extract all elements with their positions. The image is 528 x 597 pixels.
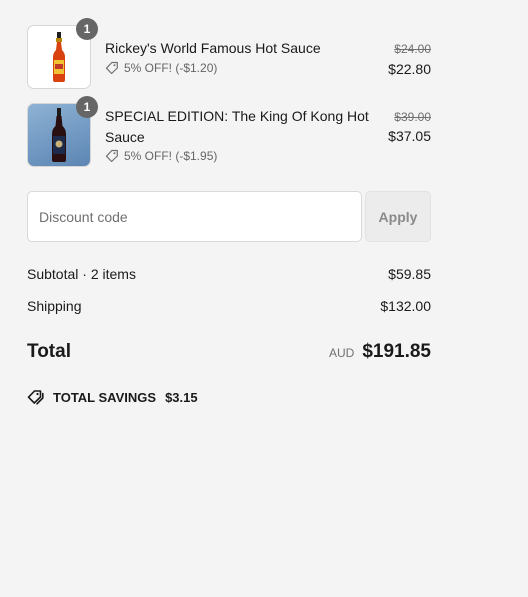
- line-item: 1 SPECIAL EDITION: The King Of Kong Hot …: [27, 96, 431, 167]
- discount-line: 5% OFF! (-$1.20): [105, 61, 217, 75]
- currency-code: AUD: [328, 346, 355, 360]
- tags-icon: [27, 390, 44, 405]
- discount-code-row: Apply: [27, 191, 431, 242]
- total-label: Total: [27, 341, 71, 362]
- product-name: SPECIAL EDITION: The King Of Kong Hot Sa…: [105, 108, 369, 145]
- discount-label: 5% OFF! (-$1.95): [124, 149, 218, 163]
- shipping-label: Shipping: [27, 298, 82, 314]
- discount-code-input[interactable]: [27, 191, 362, 242]
- subtotal-label: Subtotal · 2 items: [27, 266, 136, 282]
- shipping-value: $132.00: [380, 298, 431, 314]
- total-row: Total AUD $191.85: [27, 341, 431, 367]
- tag-icon: [105, 149, 118, 163]
- discount-line: 5% OFF! (-$1.95): [105, 149, 217, 163]
- line-item: 1 Rickey's World Famous Hot Sauce 5% OFF…: [27, 18, 431, 89]
- savings-label: TOTAL SAVINGS: [53, 389, 157, 405]
- price: $37.05: [388, 128, 431, 144]
- quantity-badge: 1: [76, 18, 98, 40]
- apply-button[interactable]: Apply: [365, 191, 431, 242]
- subtotal-value: $59.85: [388, 266, 431, 282]
- price: $22.80: [388, 61, 431, 77]
- tag-icon: [105, 61, 118, 75]
- quantity-badge: 1: [76, 96, 98, 118]
- savings-value: $3.15: [165, 389, 198, 405]
- discount-label: 5% OFF! (-$1.20): [124, 61, 218, 75]
- shipping-row: Shipping $132.00: [27, 298, 431, 314]
- original-price: $39.00: [394, 110, 431, 124]
- total-value: $191.85: [362, 341, 431, 362]
- subtotal-row: Subtotal · 2 items $59.85: [27, 266, 431, 282]
- original-price: $24.00: [394, 42, 431, 56]
- product-name: Rickey's World Famous Hot Sauce: [105, 40, 321, 56]
- total-savings: TOTAL SAVINGS $3.15: [27, 389, 198, 405]
